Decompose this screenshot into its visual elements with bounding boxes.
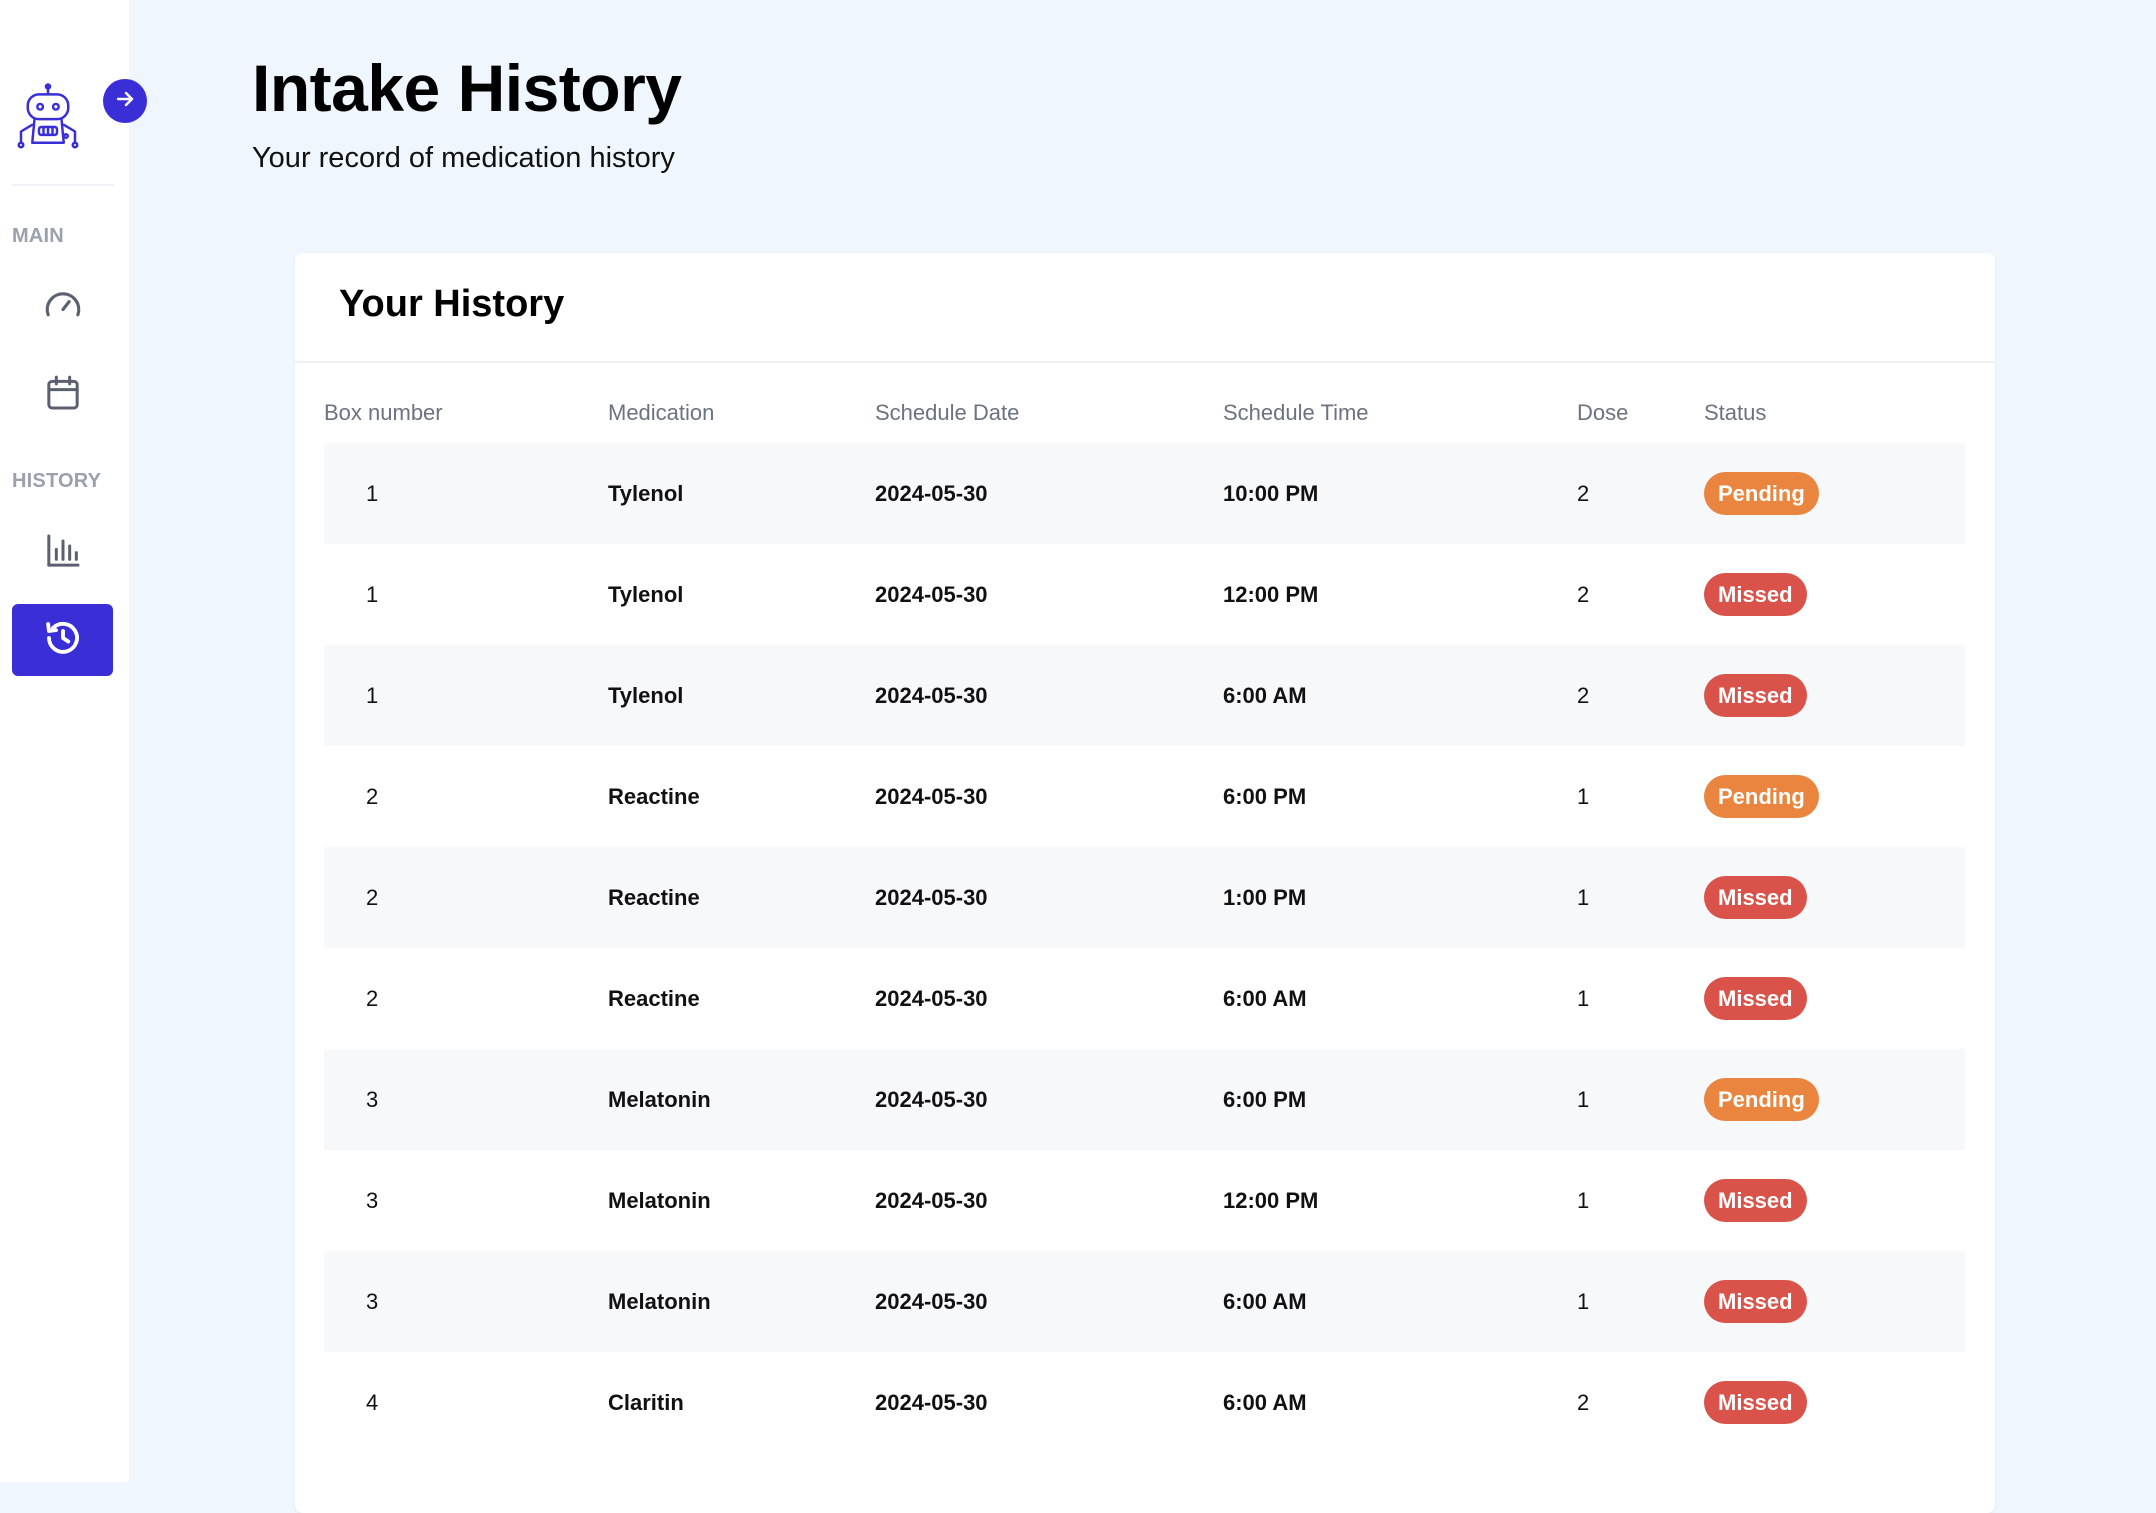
cell-box-number: 3 [366, 1087, 379, 1112]
status-badge: Pending [1704, 1078, 1819, 1121]
sidebar-item-dashboard[interactable] [12, 272, 113, 344]
cell-schedule-time: 6:00 PM [1223, 784, 1307, 809]
status-badge: Missed [1704, 1280, 1807, 1323]
table-row: 2 Reactine 2024-05-30 6:00 PM 1 Pending [324, 746, 1965, 847]
cell-schedule-date: 2024-05-30 [875, 1087, 988, 1112]
status-badge: Missed [1704, 1381, 1807, 1424]
cell-medication: Reactine [608, 986, 700, 1011]
page-title: Intake History [252, 51, 682, 125]
table-row: 1 Tylenol 2024-05-30 6:00 AM 2 Missed [324, 645, 1965, 746]
sidebar-item-intake-history[interactable] [12, 604, 113, 676]
cell-schedule-time: 12:00 PM [1223, 1188, 1319, 1213]
cell-box-number: 3 [366, 1188, 379, 1213]
sidebar-section-history: HISTORY [12, 470, 102, 492]
cell-medication: Claritin [608, 1390, 684, 1415]
cell-box-number: 4 [366, 1390, 379, 1415]
cell-medication: Tylenol [608, 582, 684, 607]
cell-schedule-date: 2024-05-30 [875, 683, 988, 708]
bar-chart-icon [43, 531, 83, 576]
cell-dose: 1 [1577, 784, 1590, 809]
cell-medication: Reactine [608, 885, 700, 910]
column-header-schedule-date: Schedule Date [875, 400, 1020, 425]
cell-dose: 2 [1577, 582, 1590, 607]
table-row: 2 Reactine 2024-05-30 1:00 PM 1 Missed [324, 847, 1965, 948]
cell-schedule-time: 1:00 PM [1223, 885, 1307, 910]
cell-box-number: 2 [366, 784, 379, 809]
status-badge: Missed [1704, 674, 1807, 717]
column-header-dose: Dose [1577, 400, 1629, 425]
cell-dose: 1 [1577, 986, 1590, 1011]
cell-box-number: 2 [366, 885, 379, 910]
table-row: 4 Claritin 2024-05-30 6:00 AM 2 Missed [324, 1352, 1965, 1453]
cell-schedule-time: 6:00 PM [1223, 1087, 1307, 1112]
status-badge: Missed [1704, 1179, 1807, 1222]
cell-schedule-time: 10:00 PM [1223, 481, 1319, 506]
table-row: 3 Melatonin 2024-05-30 12:00 PM 1 Missed [324, 1150, 1965, 1251]
cell-medication: Tylenol [608, 683, 684, 708]
cell-box-number: 2 [366, 986, 379, 1011]
table-row: 3 Melatonin 2024-05-30 6:00 PM 1 Pending [324, 1049, 1965, 1150]
table-row: 3 Melatonin 2024-05-30 6:00 AM 1 Missed [324, 1251, 1965, 1352]
cell-schedule-date: 2024-05-30 [875, 1390, 988, 1415]
column-header-medication: Medication [608, 400, 715, 425]
cell-medication: Reactine [608, 784, 700, 809]
cell-schedule-time: 12:00 PM [1223, 582, 1319, 607]
column-header-status: Status [1704, 400, 1767, 425]
sidebar: MAIN HISTORY [0, 0, 147, 1482]
cell-medication: Melatonin [608, 1087, 711, 1112]
card-title: Your History [339, 283, 565, 325]
table-row: 2 Reactine 2024-05-30 6:00 AM 1 Missed [324, 948, 1965, 1049]
history-card: Your History Box number Medication Sched… [295, 253, 1995, 1513]
cell-schedule-date: 2024-05-30 [875, 1188, 988, 1213]
cell-schedule-date: 2024-05-30 [875, 784, 988, 809]
column-header-box-number: Box number [324, 400, 443, 425]
robot-icon [12, 82, 84, 154]
cell-schedule-time: 6:00 AM [1223, 683, 1307, 708]
cell-box-number: 1 [366, 582, 379, 607]
cell-schedule-date: 2024-05-30 [875, 582, 988, 607]
cell-dose: 1 [1577, 1188, 1590, 1213]
table-row: 1 Tylenol 2024-05-30 10:00 PM 2 Pending [324, 443, 1965, 544]
status-badge: Missed [1704, 876, 1807, 919]
cell-medication: Melatonin [608, 1188, 711, 1213]
status-badge: Pending [1704, 775, 1819, 818]
cell-box-number: 3 [366, 1289, 379, 1314]
sidebar-section-main: MAIN [12, 225, 64, 247]
cell-dose: 1 [1577, 1289, 1590, 1314]
status-badge: Missed [1704, 977, 1807, 1020]
cell-dose: 2 [1577, 683, 1590, 708]
cell-schedule-date: 2024-05-30 [875, 986, 988, 1011]
cell-schedule-date: 2024-05-30 [875, 481, 988, 506]
cell-medication: Melatonin [608, 1289, 711, 1314]
history-table: Box number Medication Schedule Date Sche… [324, 383, 1965, 1453]
cell-schedule-date: 2024-05-30 [875, 1289, 988, 1314]
status-badge: Pending [1704, 472, 1819, 515]
arrow-right-icon [113, 87, 137, 116]
cell-dose: 1 [1577, 1087, 1590, 1112]
card-divider [295, 361, 1995, 363]
cell-dose: 1 [1577, 885, 1590, 910]
calendar-icon [43, 373, 83, 418]
cell-schedule-time: 6:00 AM [1223, 1390, 1307, 1415]
status-badge: Missed [1704, 573, 1807, 616]
history-clock-icon [42, 617, 84, 664]
cell-schedule-date: 2024-05-30 [875, 885, 988, 910]
sidebar-item-calendar[interactable] [12, 359, 113, 431]
speedometer-icon [42, 285, 84, 332]
cell-box-number: 1 [366, 481, 379, 506]
table-row: 1 Tylenol 2024-05-30 12:00 PM 2 Missed [324, 544, 1965, 645]
cell-schedule-time: 6:00 AM [1223, 1289, 1307, 1314]
cell-dose: 2 [1577, 481, 1590, 506]
cell-medication: Tylenol [608, 481, 684, 506]
cell-dose: 2 [1577, 1390, 1590, 1415]
sidebar-toggle-button[interactable] [103, 79, 147, 123]
cell-schedule-time: 6:00 AM [1223, 986, 1307, 1011]
table-header: Box number Medication Schedule Date Sche… [324, 383, 1965, 443]
cell-box-number: 1 [366, 683, 379, 708]
sidebar-item-statistics[interactable] [12, 517, 113, 589]
page-subtitle: Your record of medication history [252, 142, 675, 174]
sidebar-divider [12, 184, 114, 186]
column-header-schedule-time: Schedule Time [1223, 400, 1369, 425]
